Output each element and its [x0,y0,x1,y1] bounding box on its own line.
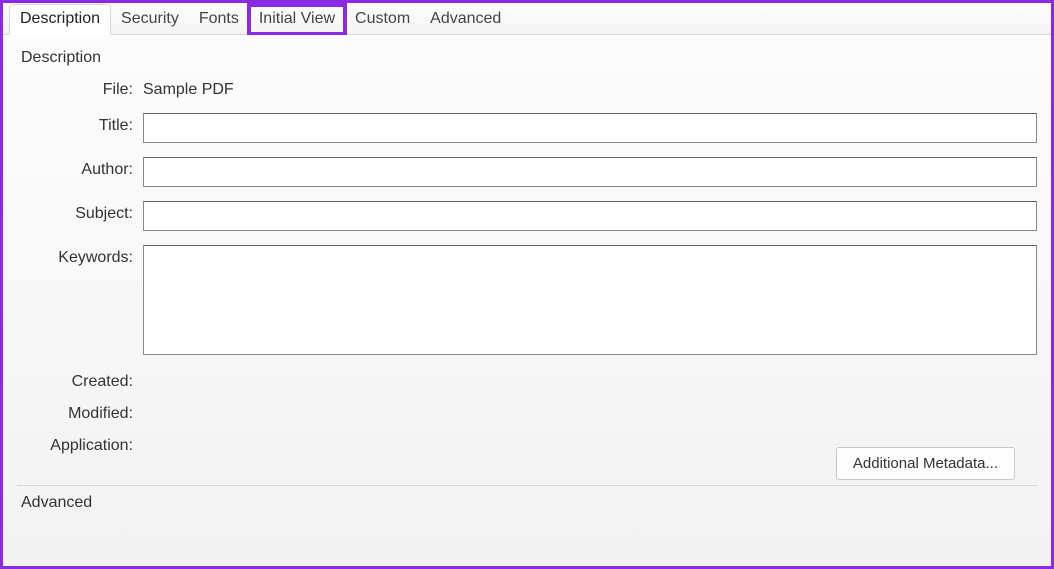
created-label: Created: [17,369,143,391]
tab-initial-view[interactable]: Initial View [249,5,345,34]
author-label: Author: [17,157,143,179]
tab-security[interactable]: Security [111,5,189,34]
title-label: Title: [17,113,143,135]
subject-input[interactable] [143,201,1037,231]
file-value: Sample PDF [143,77,1037,99]
keywords-label: Keywords: [17,245,143,267]
author-input[interactable] [143,157,1037,187]
subject-label: Subject: [17,201,143,223]
tab-fonts[interactable]: Fonts [189,5,249,34]
tab-bar: Description Security Fonts Initial View … [3,3,1051,35]
additional-metadata-button[interactable]: Additional Metadata... [836,447,1015,480]
advanced-group-heading: Advanced [17,485,1037,512]
file-label: File: [17,77,143,99]
tab-advanced[interactable]: Advanced [420,5,511,34]
tab-custom[interactable]: Custom [345,5,420,34]
modified-value [143,401,1037,405]
application-value [143,433,1037,437]
keywords-input[interactable] [143,245,1037,355]
modified-label: Modified: [17,401,143,423]
tab-description[interactable]: Description [9,4,111,35]
title-input[interactable] [143,113,1037,143]
description-group-heading: Description [21,49,1037,67]
created-value [143,369,1037,373]
application-label: Application: [17,433,143,455]
